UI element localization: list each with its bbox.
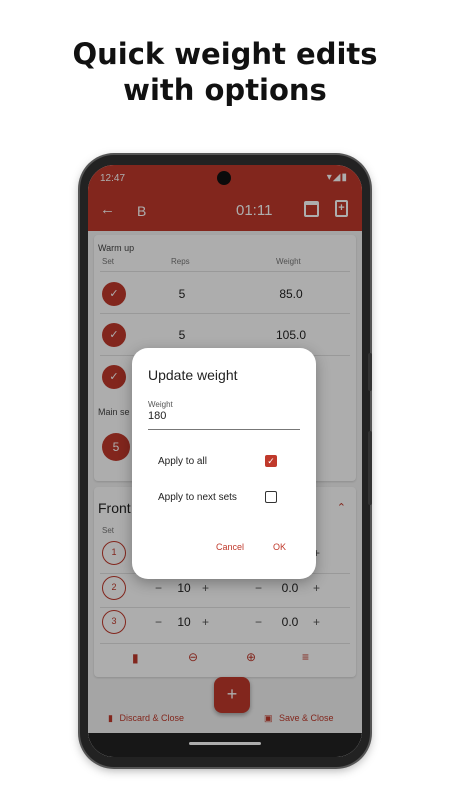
power-button: [368, 431, 372, 505]
weight-input[interactable]: 180: [148, 410, 300, 430]
apply-to-all-label: Apply to all: [158, 456, 207, 467]
dialog-title: Update weight: [148, 367, 238, 383]
weight-field-label: Weight: [148, 400, 173, 409]
apply-to-all-checkbox[interactable]: ✓: [265, 455, 277, 467]
update-weight-dialog: Update weight Weight 180 Apply to all ✓ …: [132, 348, 316, 579]
marketing-headline: Quick weight edits with options: [0, 36, 450, 108]
headline-line-2: with options: [123, 73, 327, 107]
apply-to-next-sets-checkbox[interactable]: [265, 491, 277, 503]
phone-screen: 12:47 ▾◢▮ ← B 01:11 + Warm up Set Reps W…: [88, 165, 362, 757]
ok-button[interactable]: OK: [273, 542, 286, 552]
headline-line-1: Quick weight edits: [72, 37, 378, 71]
cancel-button[interactable]: Cancel: [216, 542, 244, 552]
volume-button: [368, 353, 372, 391]
phone-frame: 12:47 ▾◢▮ ← B 01:11 + Warm up Set Reps W…: [80, 155, 372, 767]
apply-to-next-sets-label: Apply to next sets: [158, 492, 237, 503]
